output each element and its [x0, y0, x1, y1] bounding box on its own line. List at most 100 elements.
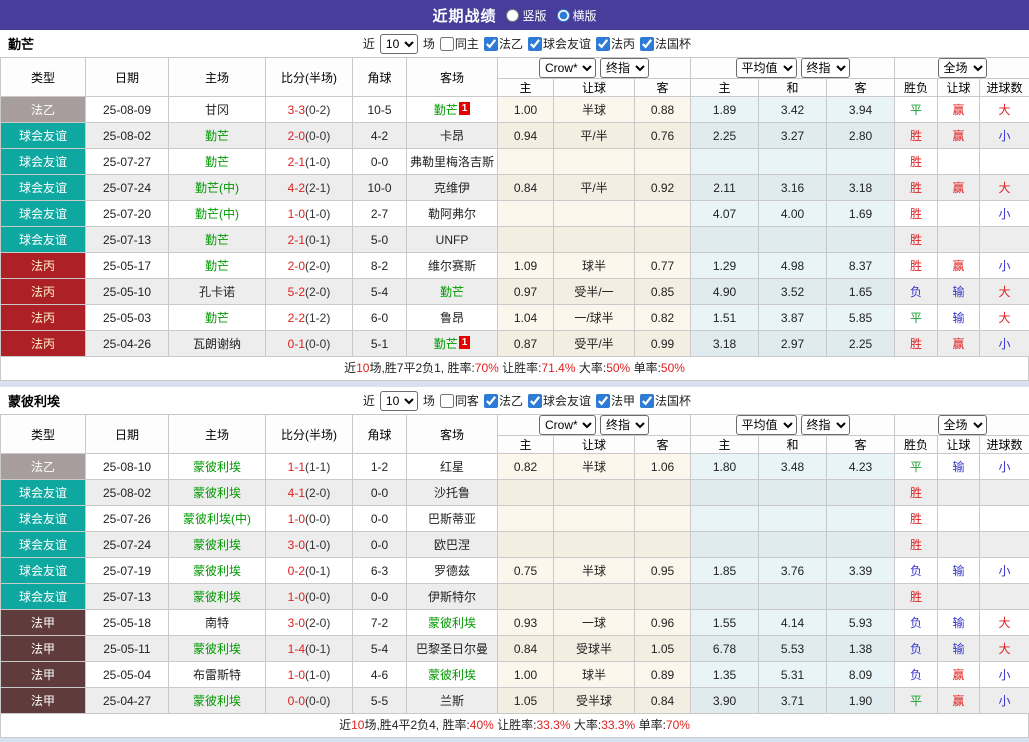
- home-team-cell: 蒙彼利埃: [169, 532, 266, 558]
- score-cell: 3-0(2-0): [266, 610, 353, 636]
- col-header-away: 客场: [407, 415, 498, 454]
- team-section-1: 勤芒 近 10 场 同主 法乙 球会友谊 法丙 法国杯: [0, 30, 1029, 381]
- crow-handicap: 球半: [554, 253, 635, 279]
- league-checkbox[interactable]: [528, 394, 542, 408]
- league-checkbox[interactable]: [484, 37, 498, 51]
- avg-final-odds-select[interactable]: 终指: [801, 415, 850, 435]
- average-select[interactable]: 平均值: [736, 415, 797, 435]
- average-select[interactable]: 平均值: [736, 58, 797, 78]
- home-team-cell: 甘冈: [169, 97, 266, 123]
- away-team-cell: 红星: [407, 454, 498, 480]
- crow-handicap: [554, 584, 635, 610]
- match-row: 球会友谊25-07-20勤芒(中)1-0(1-0)2-7勒阿弗尔4.074.00…: [1, 201, 1029, 227]
- avg-home-odds: 3.90: [691, 688, 759, 714]
- league-checkbox[interactable]: [640, 37, 654, 51]
- avg-home-odds: 6.78: [691, 636, 759, 662]
- avg-final-odds-select[interactable]: 终指: [801, 58, 850, 78]
- crow-home-odds: 1.00: [498, 662, 554, 688]
- match-type-badge: 球会友谊: [1, 558, 86, 584]
- avg-away-odds: 5.93: [827, 610, 895, 636]
- same-venue-checkbox[interactable]: [440, 37, 454, 51]
- result-cell: 平: [895, 454, 938, 480]
- home-team-cell: 南特: [169, 610, 266, 636]
- avg-draw-odds: 3.16: [759, 175, 827, 201]
- bookmaker-select[interactable]: Crow*: [539, 415, 596, 435]
- handicap-result-cell: [938, 584, 980, 610]
- avg-draw-odds: 2.97: [759, 331, 827, 357]
- match-row: 法甲25-04-27蒙彼利埃0-0(0-0)5-5兰斯1.05受半球0.843.…: [1, 688, 1029, 714]
- avg-draw-odds: [759, 532, 827, 558]
- league-filter[interactable]: 球会友谊: [526, 392, 591, 409]
- sub-header-result: 胜负: [895, 79, 938, 97]
- league-filter[interactable]: 法国杯: [638, 35, 691, 52]
- scope-select[interactable]: 全场: [938, 415, 987, 435]
- result-cell: 胜: [895, 149, 938, 175]
- home-team-cell: 勤芒: [169, 305, 266, 331]
- same-venue-filter[interactable]: 同主: [438, 35, 479, 52]
- crow-away-odds: [635, 227, 691, 253]
- league-checkbox[interactable]: [528, 37, 542, 51]
- same-venue-checkbox[interactable]: [440, 394, 454, 408]
- away-team-cell: 克维伊: [407, 175, 498, 201]
- layout-radio-vertical[interactable]: 竖版: [506, 7, 546, 24]
- matches-label: 场: [423, 35, 435, 52]
- result-cell: 胜: [895, 123, 938, 149]
- score-cell: 1-0(0-0): [266, 506, 353, 532]
- recent-count-select[interactable]: 10: [380, 391, 418, 411]
- avg-away-odds: 8.37: [827, 253, 895, 279]
- half-score: (2-0): [305, 486, 330, 500]
- bookmaker-select[interactable]: Crow*: [539, 58, 596, 78]
- matches-label: 场: [423, 392, 435, 409]
- handicap-result-cell: 输: [938, 636, 980, 662]
- half-score: (2-0): [305, 259, 330, 273]
- summary-part: 大率:: [571, 718, 602, 732]
- avg-away-odds: [827, 584, 895, 610]
- crow-handicap: 受球半: [554, 636, 635, 662]
- red-card-badge: 1: [459, 336, 471, 349]
- league-filter[interactable]: 法乙: [482, 35, 523, 52]
- crow-home-odds: 0.97: [498, 279, 554, 305]
- league-checkbox[interactable]: [640, 394, 654, 408]
- handicap-result-cell: 赢: [938, 97, 980, 123]
- league-filter[interactable]: 法乙: [482, 392, 523, 409]
- league-checkbox[interactable]: [596, 37, 610, 51]
- scope-select[interactable]: 全场: [938, 58, 987, 78]
- crow-final-odds-select[interactable]: 终指: [600, 58, 649, 78]
- league-filter[interactable]: 法甲: [594, 392, 635, 409]
- avg-away-odds: [827, 149, 895, 175]
- league-filter[interactable]: 球会友谊: [526, 35, 591, 52]
- sub-header-avg-draw: 和: [759, 79, 827, 97]
- avg-home-odds: [691, 532, 759, 558]
- match-date: 25-05-11: [86, 636, 169, 662]
- score-cell: 1-0(0-0): [266, 584, 353, 610]
- avg-home-odds: [691, 227, 759, 253]
- match-type-badge: 球会友谊: [1, 149, 86, 175]
- same-venue-filter[interactable]: 同客: [438, 392, 479, 409]
- full-score: 3-3: [288, 103, 305, 117]
- match-type-badge: 法乙: [1, 454, 86, 480]
- match-type-badge: 法丙: [1, 253, 86, 279]
- goals-result-cell: 小: [980, 253, 1029, 279]
- corner-cell: 5-0: [353, 227, 407, 253]
- vertical-radio-input[interactable]: [506, 9, 519, 22]
- league-filter[interactable]: 法国杯: [638, 392, 691, 409]
- league-checkbox[interactable]: [484, 394, 498, 408]
- full-score: 0-1: [288, 337, 305, 351]
- crow-select-group: Crow*终指: [498, 58, 691, 79]
- crow-handicap: [554, 532, 635, 558]
- layout-radio-horizontal[interactable]: 横版: [557, 7, 597, 24]
- score-cell: 3-0(1-0): [266, 532, 353, 558]
- crow-away-odds: 0.88: [635, 97, 691, 123]
- horizontal-radio-input[interactable]: [557, 9, 570, 22]
- avg-draw-odds: 3.27: [759, 123, 827, 149]
- match-date: 25-05-04: [86, 662, 169, 688]
- full-score: 1-4: [288, 642, 305, 656]
- league-checkbox[interactable]: [596, 394, 610, 408]
- league-filter[interactable]: 法丙: [594, 35, 635, 52]
- corner-cell: 8-2: [353, 253, 407, 279]
- full-score: 1-1: [288, 460, 305, 474]
- crow-final-odds-select[interactable]: 终指: [600, 415, 649, 435]
- summary-part: 33.3%: [537, 718, 571, 732]
- recent-count-select[interactable]: 10: [380, 34, 418, 54]
- summary-line-2: 近10场,胜4平2负4, 胜率:40% 让胜率:33.3% 大率:33.3% 单…: [0, 714, 1029, 738]
